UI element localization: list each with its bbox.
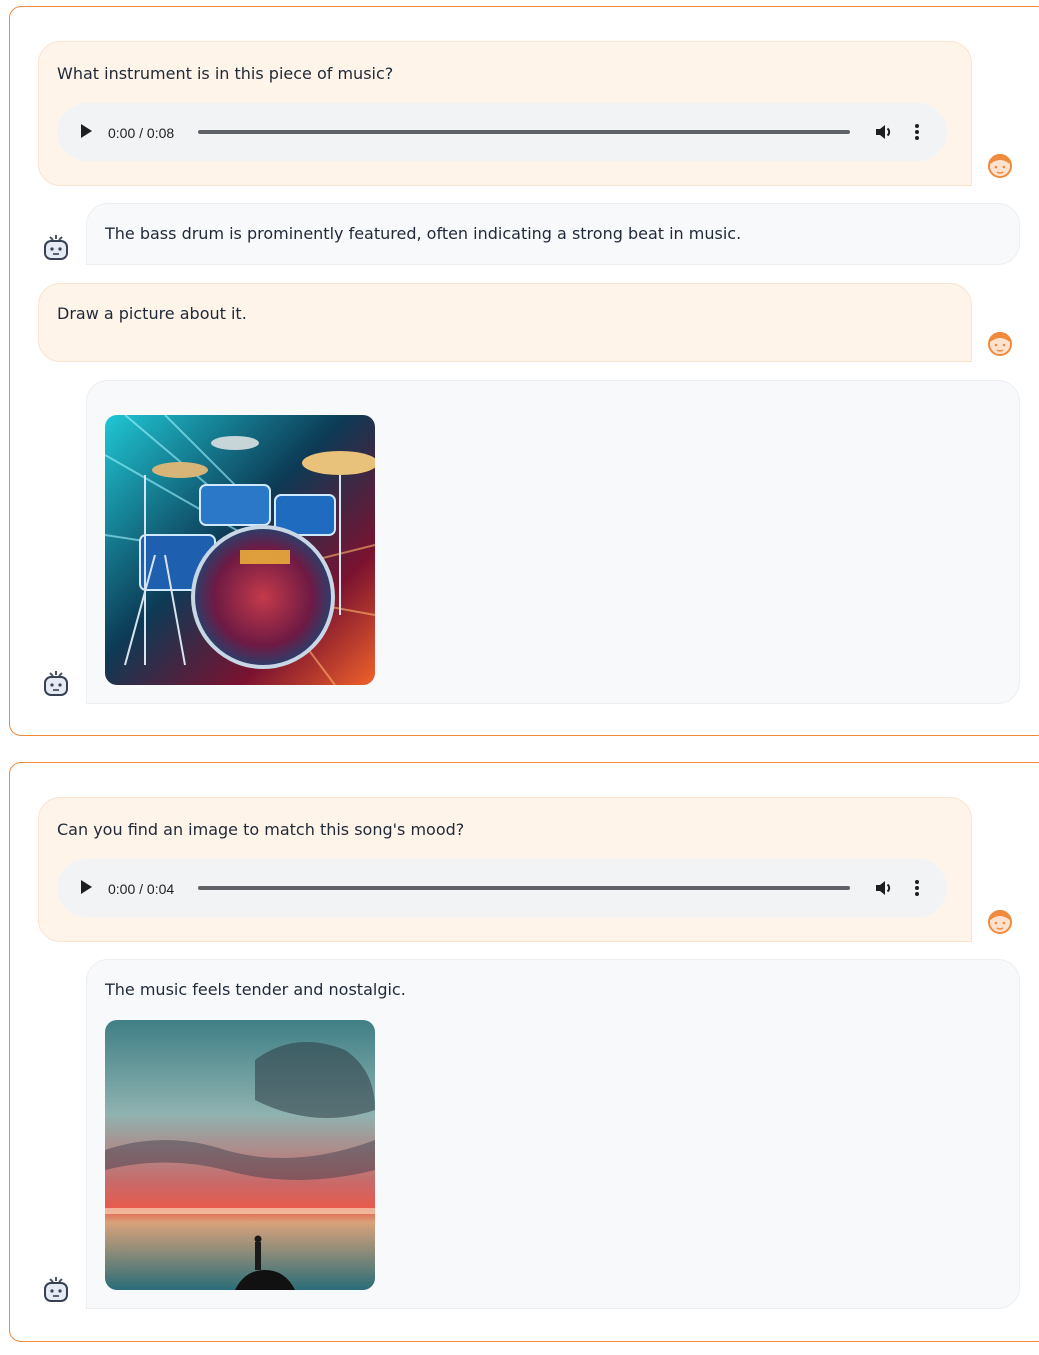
audio-time: 0:00 / 0:08 bbox=[108, 125, 175, 141]
volume-icon[interactable] bbox=[875, 123, 893, 141]
chat-panel-2: Can you find an image to match this song… bbox=[9, 762, 1039, 1342]
bot-message-text: The music feels tender and nostalgic. bbox=[105, 980, 406, 999]
bot-message: The music feels tender and nostalgic. bbox=[86, 959, 1020, 1309]
audio-progress-bar[interactable] bbox=[198, 886, 850, 890]
volume-icon[interactable] bbox=[875, 879, 893, 897]
audio-player[interactable]: 0:00 / 0:04 bbox=[57, 859, 947, 917]
more-options-icon[interactable] bbox=[914, 879, 920, 897]
user-message: Can you find an image to match this song… bbox=[38, 797, 972, 942]
bot-message: The bass drum is prominently featured, o… bbox=[86, 203, 1020, 265]
user-message-text: Can you find an image to match this song… bbox=[57, 820, 465, 839]
user-message: Draw a picture about it. bbox=[38, 283, 972, 362]
bot-avatar-icon bbox=[44, 1277, 68, 1302]
mood-image[interactable] bbox=[105, 1020, 375, 1290]
audio-time: 0:00 / 0:04 bbox=[108, 881, 175, 897]
play-icon[interactable] bbox=[81, 124, 92, 138]
generated-drum-image[interactable] bbox=[105, 415, 375, 685]
play-icon[interactable] bbox=[81, 880, 92, 894]
user-avatar-icon bbox=[988, 332, 1012, 356]
user-message: What instrument is in this piece of musi… bbox=[38, 41, 972, 186]
more-options-icon[interactable] bbox=[914, 123, 920, 141]
bot-avatar-icon bbox=[44, 671, 68, 696]
audio-progress-bar[interactable] bbox=[198, 130, 850, 134]
user-avatar-icon bbox=[988, 910, 1012, 934]
bot-message bbox=[86, 380, 1020, 704]
user-message-text: What instrument is in this piece of musi… bbox=[57, 64, 394, 83]
bot-avatar-icon bbox=[44, 235, 68, 260]
user-avatar-icon bbox=[988, 154, 1012, 178]
user-message-text: Draw a picture about it. bbox=[57, 304, 247, 323]
chat-panel-1: What instrument is in this piece of musi… bbox=[9, 6, 1039, 736]
bot-message-text: The bass drum is prominently featured, o… bbox=[105, 224, 742, 243]
audio-player[interactable]: 0:00 / 0:08 bbox=[57, 103, 947, 161]
